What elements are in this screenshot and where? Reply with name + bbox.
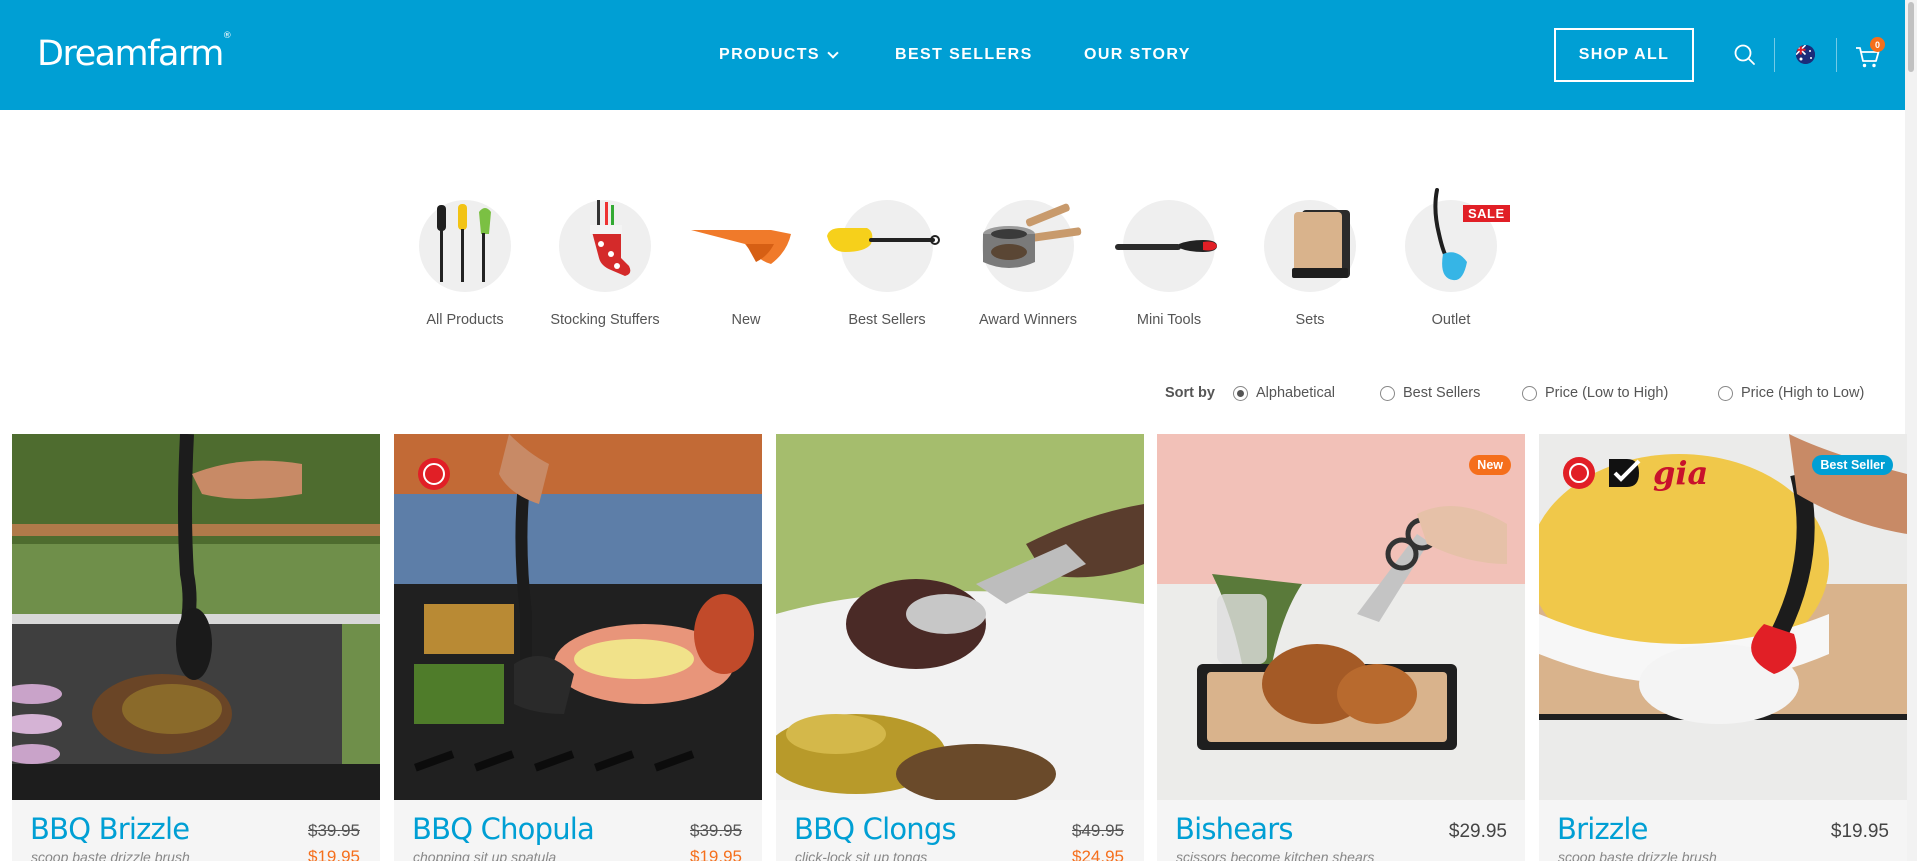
category-label: Award Winners	[978, 312, 1078, 328]
product-image[interactable]	[776, 434, 1144, 800]
category-all-products[interactable]: All Products	[395, 200, 535, 328]
category-image	[419, 200, 511, 292]
sale-price: $19.95	[308, 847, 360, 861]
best-seller-badge: Best Seller	[1812, 455, 1893, 475]
category-image	[827, 200, 940, 292]
category-image	[1264, 200, 1356, 292]
product-price: $29.95	[1448, 821, 1507, 842]
product-subtitle: scoop baste drizzle brush	[1558, 849, 1717, 861]
product-card-bbq-brizzle[interactable]: BBQ Brizzle scoop baste drizzle brush $3…	[12, 434, 380, 861]
product-card-bbq-chopula[interactable]: BBQ Chopula chopping sit up spatula $39.…	[394, 434, 762, 861]
category-new[interactable]: New	[676, 200, 816, 328]
category-label: Sets	[1295, 312, 1325, 328]
new-badge: New	[1469, 455, 1511, 475]
product-card-brizzle[interactable]: gia Best Seller Brizzle scoop baste driz…	[1539, 434, 1907, 861]
cart-count-badge: 0	[1870, 37, 1885, 52]
site-header: Dreamfarm® PRODUCTS BEST SELLERS OUR STO…	[0, 0, 1917, 110]
award-logos: gia	[1561, 454, 1708, 492]
product-name[interactable]: BBQ Clongs	[794, 812, 957, 846]
product-price: $19.95	[1830, 821, 1889, 842]
gia-award-text: gia	[1653, 454, 1709, 492]
original-price: $39.95	[308, 821, 360, 840]
product-card-bishears[interactable]: New Bishears scissors become kitchen she…	[1157, 434, 1525, 861]
product-card-bbq-clongs[interactable]: BBQ Clongs click-lock sit up tongs $49.9…	[776, 434, 1144, 861]
product-subtitle: scoop baste drizzle brush	[31, 849, 190, 861]
original-price: $49.95	[1072, 821, 1124, 840]
category-label: Stocking Stuffers	[550, 312, 660, 328]
dreamfarm-logo[interactable]: Dreamfarm®	[37, 31, 232, 74]
product-image[interactable]	[394, 434, 762, 800]
original-price: $39.95	[690, 821, 742, 840]
radio-button[interactable]	[1380, 385, 1395, 401]
product-name[interactable]: Brizzle	[1557, 812, 1648, 846]
sort-option-price-low-high[interactable]: Price (Low to High)	[1522, 385, 1668, 401]
category-label: New	[731, 312, 761, 328]
sort-option-best-sellers[interactable]: Best Sellers	[1380, 385, 1480, 401]
sale-price: $19.95	[690, 847, 742, 861]
nav-our-story[interactable]: OUR STORY	[1084, 46, 1191, 64]
product-name[interactable]: Bishears	[1175, 812, 1293, 846]
category-label: Best Sellers	[848, 312, 926, 328]
product-subtitle: chopping sit up spatula	[413, 849, 557, 861]
sort-by-label: Sort by	[1165, 385, 1215, 401]
product-subtitle: scissors become kitchen shears	[1176, 849, 1375, 861]
product-image[interactable]	[1157, 434, 1525, 800]
header-divider	[1774, 38, 1775, 72]
category-label: Outlet	[1431, 312, 1471, 328]
category-stocking-stuffers[interactable]: Stocking Stuffers	[535, 200, 675, 328]
product-name[interactable]: BBQ Brizzle	[30, 812, 190, 846]
nav-products-label: PRODUCTS	[719, 46, 820, 63]
sort-option-alphabetical[interactable]: Alphabetical	[1233, 385, 1335, 401]
nav-products[interactable]: PRODUCTS	[719, 46, 839, 64]
product-image[interactable]	[12, 434, 380, 800]
header-divider	[1836, 38, 1837, 72]
sort-option-price-high-low[interactable]: Price (High to Low)	[1718, 385, 1864, 401]
nav-best-sellers[interactable]: BEST SELLERS	[895, 46, 1033, 64]
radio-button[interactable]	[1718, 385, 1733, 401]
category-image	[559, 200, 651, 292]
category-sets[interactable]: Sets	[1240, 200, 1380, 328]
category-award-winners[interactable]: Award Winners	[958, 200, 1098, 328]
product-name[interactable]: BBQ Chopula	[412, 812, 595, 846]
scrollbar-thumb[interactable]	[1908, 2, 1914, 72]
sale-tag: SALE	[1463, 205, 1510, 222]
category-best-sellers[interactable]: Best Sellers	[817, 200, 957, 328]
category-image	[691, 200, 792, 292]
category-image	[1115, 200, 1217, 292]
product-subtitle: click-lock sit up tongs	[795, 849, 928, 861]
red-dot-award-icon	[1563, 457, 1595, 489]
category-mini-tools[interactable]: Mini Tools	[1099, 200, 1239, 328]
radio-button[interactable]	[1233, 385, 1248, 401]
radio-button[interactable]	[1522, 385, 1537, 401]
australia-flag-icon[interactable]	[1796, 45, 1815, 64]
search-icon[interactable]	[1730, 40, 1760, 70]
category-label: All Products	[426, 312, 504, 328]
sale-price: $24.95	[1072, 847, 1124, 861]
shop-all-button[interactable]: SHOP ALL	[1554, 28, 1694, 82]
chevron-down-icon	[827, 46, 839, 59]
good-design-award-icon	[1609, 459, 1641, 487]
category-image	[982, 200, 1082, 292]
category-label: Mini Tools	[1136, 312, 1202, 328]
